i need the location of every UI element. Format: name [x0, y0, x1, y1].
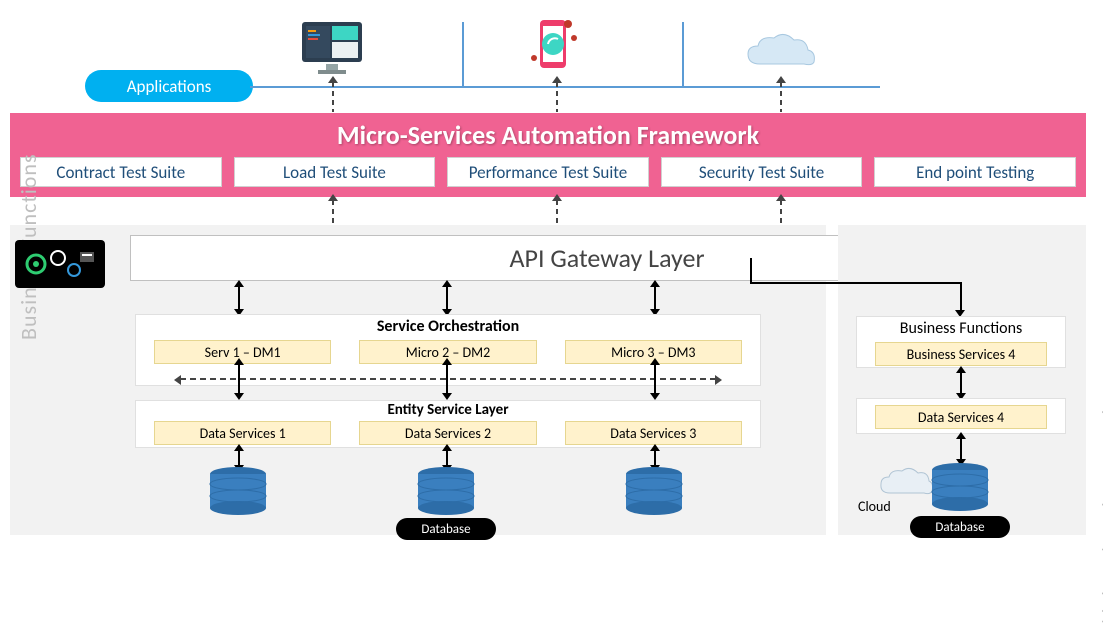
divider-vertical: [462, 22, 464, 88]
suite-performance: Performance Test Suite: [447, 157, 649, 187]
third-party-data-services: Data Services 4: [875, 405, 1047, 429]
entity-service-strip: Entity Service Layer Data Services 1 Dat…: [135, 400, 761, 448]
suite-contract: Contract Test Suite: [20, 157, 222, 187]
entity-service-2: Data Services 2: [359, 421, 536, 445]
arrow-bidirectional: [238, 450, 240, 466]
divider-vertical: [682, 22, 684, 88]
arrow-dashed-up: [780, 82, 782, 112]
connector-line: [960, 282, 962, 312]
divider-horizontal: [250, 86, 880, 88]
arrow-bidirectional: [654, 364, 656, 394]
applications-pill: Applications: [85, 70, 253, 102]
arrow-bidirectional: [960, 438, 962, 460]
database-icon: [416, 466, 476, 516]
entity-service-1: Data Services 1: [154, 421, 331, 445]
connector-line: [750, 282, 960, 284]
suite-endpoint: End point Testing: [874, 157, 1076, 187]
arrow-bidirectional: [446, 450, 448, 466]
suite-security: Security Test Suite: [661, 157, 863, 187]
third-party-data-strip: Data Services 4: [856, 398, 1066, 434]
database-label: Database: [396, 518, 496, 540]
arrow-bidirectional: [446, 364, 448, 394]
applications-row: Applications: [0, 10, 1103, 105]
entity-service-3: Data Services 3: [565, 421, 742, 445]
third-party-business-services: Business Services 4: [875, 342, 1047, 366]
third-party-business-strip: Business Functions Business Services 4: [856, 316, 1066, 368]
arrow-bidirectional: [960, 372, 962, 394]
cloud-label: Cloud: [858, 498, 891, 515]
suite-load: Load Test Suite: [234, 157, 436, 187]
database-icon: [208, 466, 268, 516]
third-party-title: Business Functions: [857, 317, 1065, 338]
database-icon: [624, 466, 684, 516]
connector-line: [750, 258, 752, 283]
mobile-app-icon: [526, 18, 586, 73]
orchestration-title: Service Orchestration: [136, 315, 760, 336]
arrow-bidirectional: [238, 364, 240, 394]
entity-title: Entity Service Layer: [136, 401, 760, 419]
framework-title: Micro-Services Automation Framework: [10, 113, 1086, 151]
third-party-label: Third Parth Business Functions: [1098, 380, 1103, 633]
arrow-bidirectional: [654, 450, 656, 466]
settings-badge-icon: [15, 240, 105, 288]
framework-bar: Micro-Services Automation Framework Cont…: [10, 113, 1086, 197]
cloud-icon: [740, 32, 820, 72]
database-icon: [930, 462, 990, 512]
applications-label: Applications: [127, 76, 212, 97]
arrow-bidirectional: [654, 286, 656, 310]
arrow-bidirectional: [446, 286, 448, 310]
arrow-dashed-up: [556, 82, 558, 112]
database-label: Database: [910, 516, 1010, 538]
arrow-horizontal-dashed: [180, 378, 716, 380]
test-suites-row: Contract Test Suite Load Test Suite Perf…: [10, 151, 1086, 193]
arrow-dashed-up: [332, 82, 334, 112]
api-gateway-label: API Gateway Layer: [509, 242, 704, 274]
arrow-bidirectional: [238, 286, 240, 310]
desktop-app-icon: [292, 18, 372, 78]
cloud-small-icon: [876, 465, 936, 500]
service-orchestration-strip: Service Orchestration Serv 1 – DM1 Micro…: [135, 314, 761, 386]
